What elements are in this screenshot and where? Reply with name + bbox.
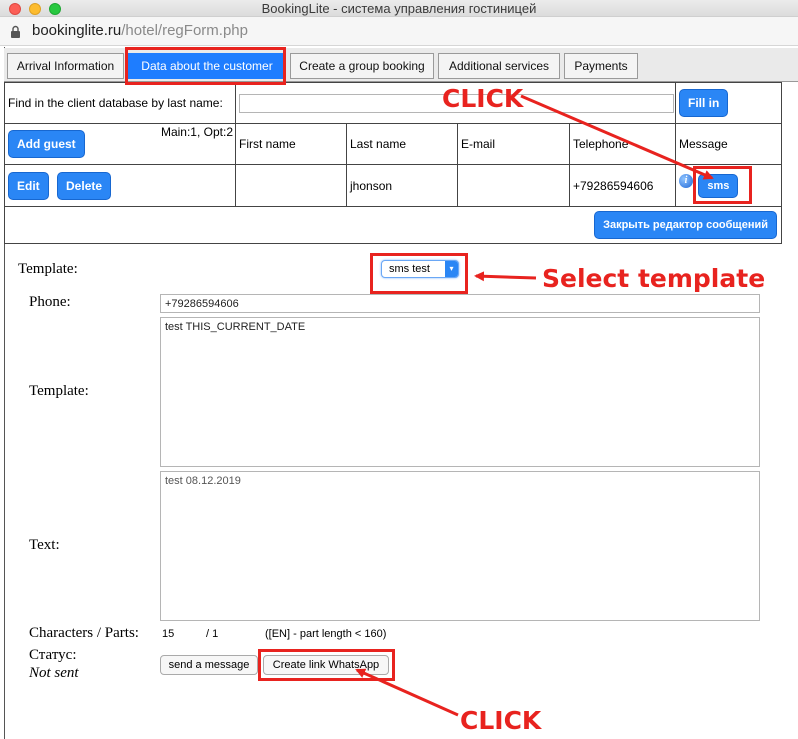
- annotation-arrows: [355, 94, 714, 717]
- arrow-to-whatsapp: [355, 668, 459, 717]
- arrow-to-template-select: [474, 271, 537, 282]
- arrow-to-sms: [520, 94, 714, 180]
